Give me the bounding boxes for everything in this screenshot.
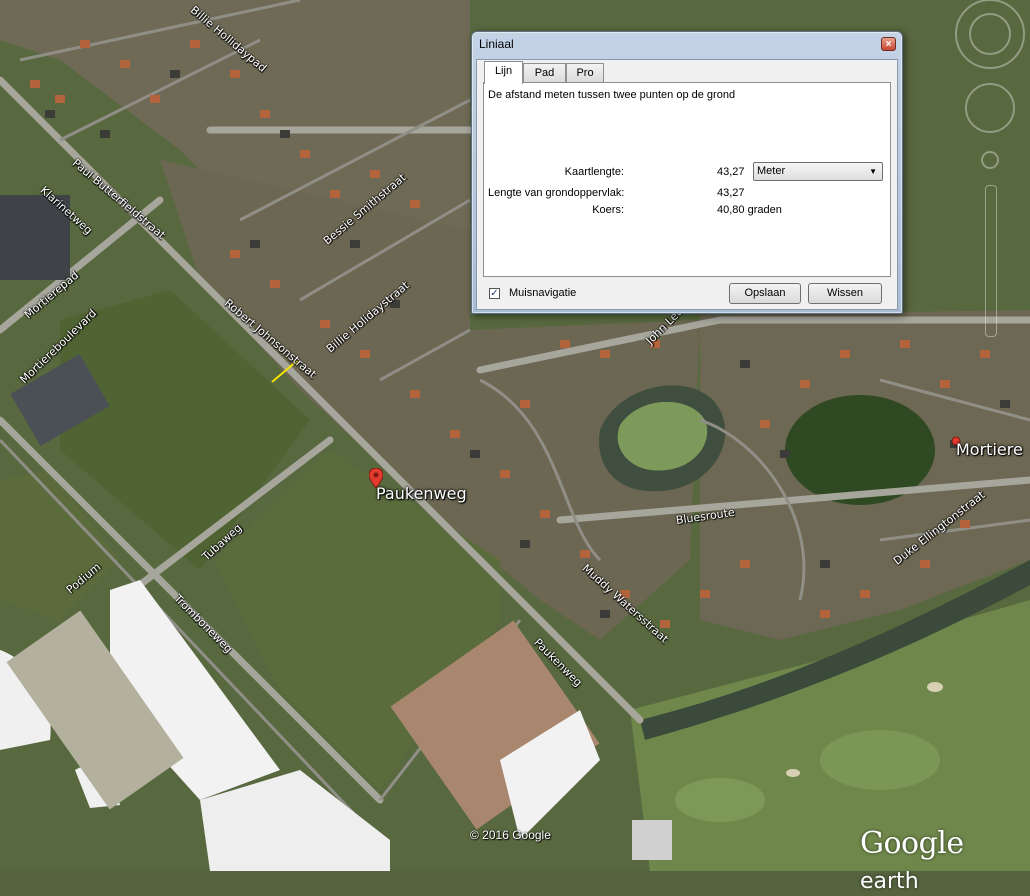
google-earth-logo: Google earth [860, 826, 964, 894]
chevron-down-icon: ▼ [869, 167, 877, 176]
zoom-slider[interactable] [985, 185, 997, 337]
unit-dropdown[interactable]: Meter ▼ [753, 162, 883, 181]
map-length-value: 43,27 [717, 166, 745, 178]
clear-button[interactable]: Wissen [808, 283, 882, 304]
measure-description: De afstand meten tussen twee punten op d… [488, 89, 736, 101]
placemark-label[interactable]: Mortiere [956, 440, 1023, 459]
unit-dropdown-value: Meter [757, 165, 786, 177]
tab-pro[interactable]: Pro [566, 63, 604, 82]
close-button[interactable]: × [881, 37, 896, 51]
ground-length-value: 43,27 [717, 187, 745, 199]
map-length-label: Kaartlengte: [564, 166, 624, 178]
tab-panel-lijn: De afstand meten tussen twee punten op d… [483, 82, 891, 277]
save-button[interactable]: Opslaan [729, 283, 801, 304]
tab-lijn[interactable]: Lijn [484, 61, 523, 84]
heading-label: Koers: [592, 204, 624, 216]
dialog-body: Lijn Pad Pro De afstand meten tussen twe… [476, 59, 898, 310]
ground-length-label: Lengte van grondoppervlak: [488, 187, 625, 199]
dialog-title: Liniaal [479, 37, 514, 51]
heading-value: 40,80 graden [717, 204, 782, 216]
placemark-label[interactable]: Paukenweg [376, 484, 467, 503]
copyright-text: © 2016 Google [470, 828, 551, 842]
ruler-dialog: Liniaal × Lijn Pad Pro De afstand meten … [471, 31, 903, 314]
tab-pad[interactable]: Pad [523, 63, 566, 82]
mouse-navigation-checkbox[interactable]: ✓ [489, 288, 500, 299]
mouse-navigation-label: Muisnavigatie [509, 287, 577, 299]
